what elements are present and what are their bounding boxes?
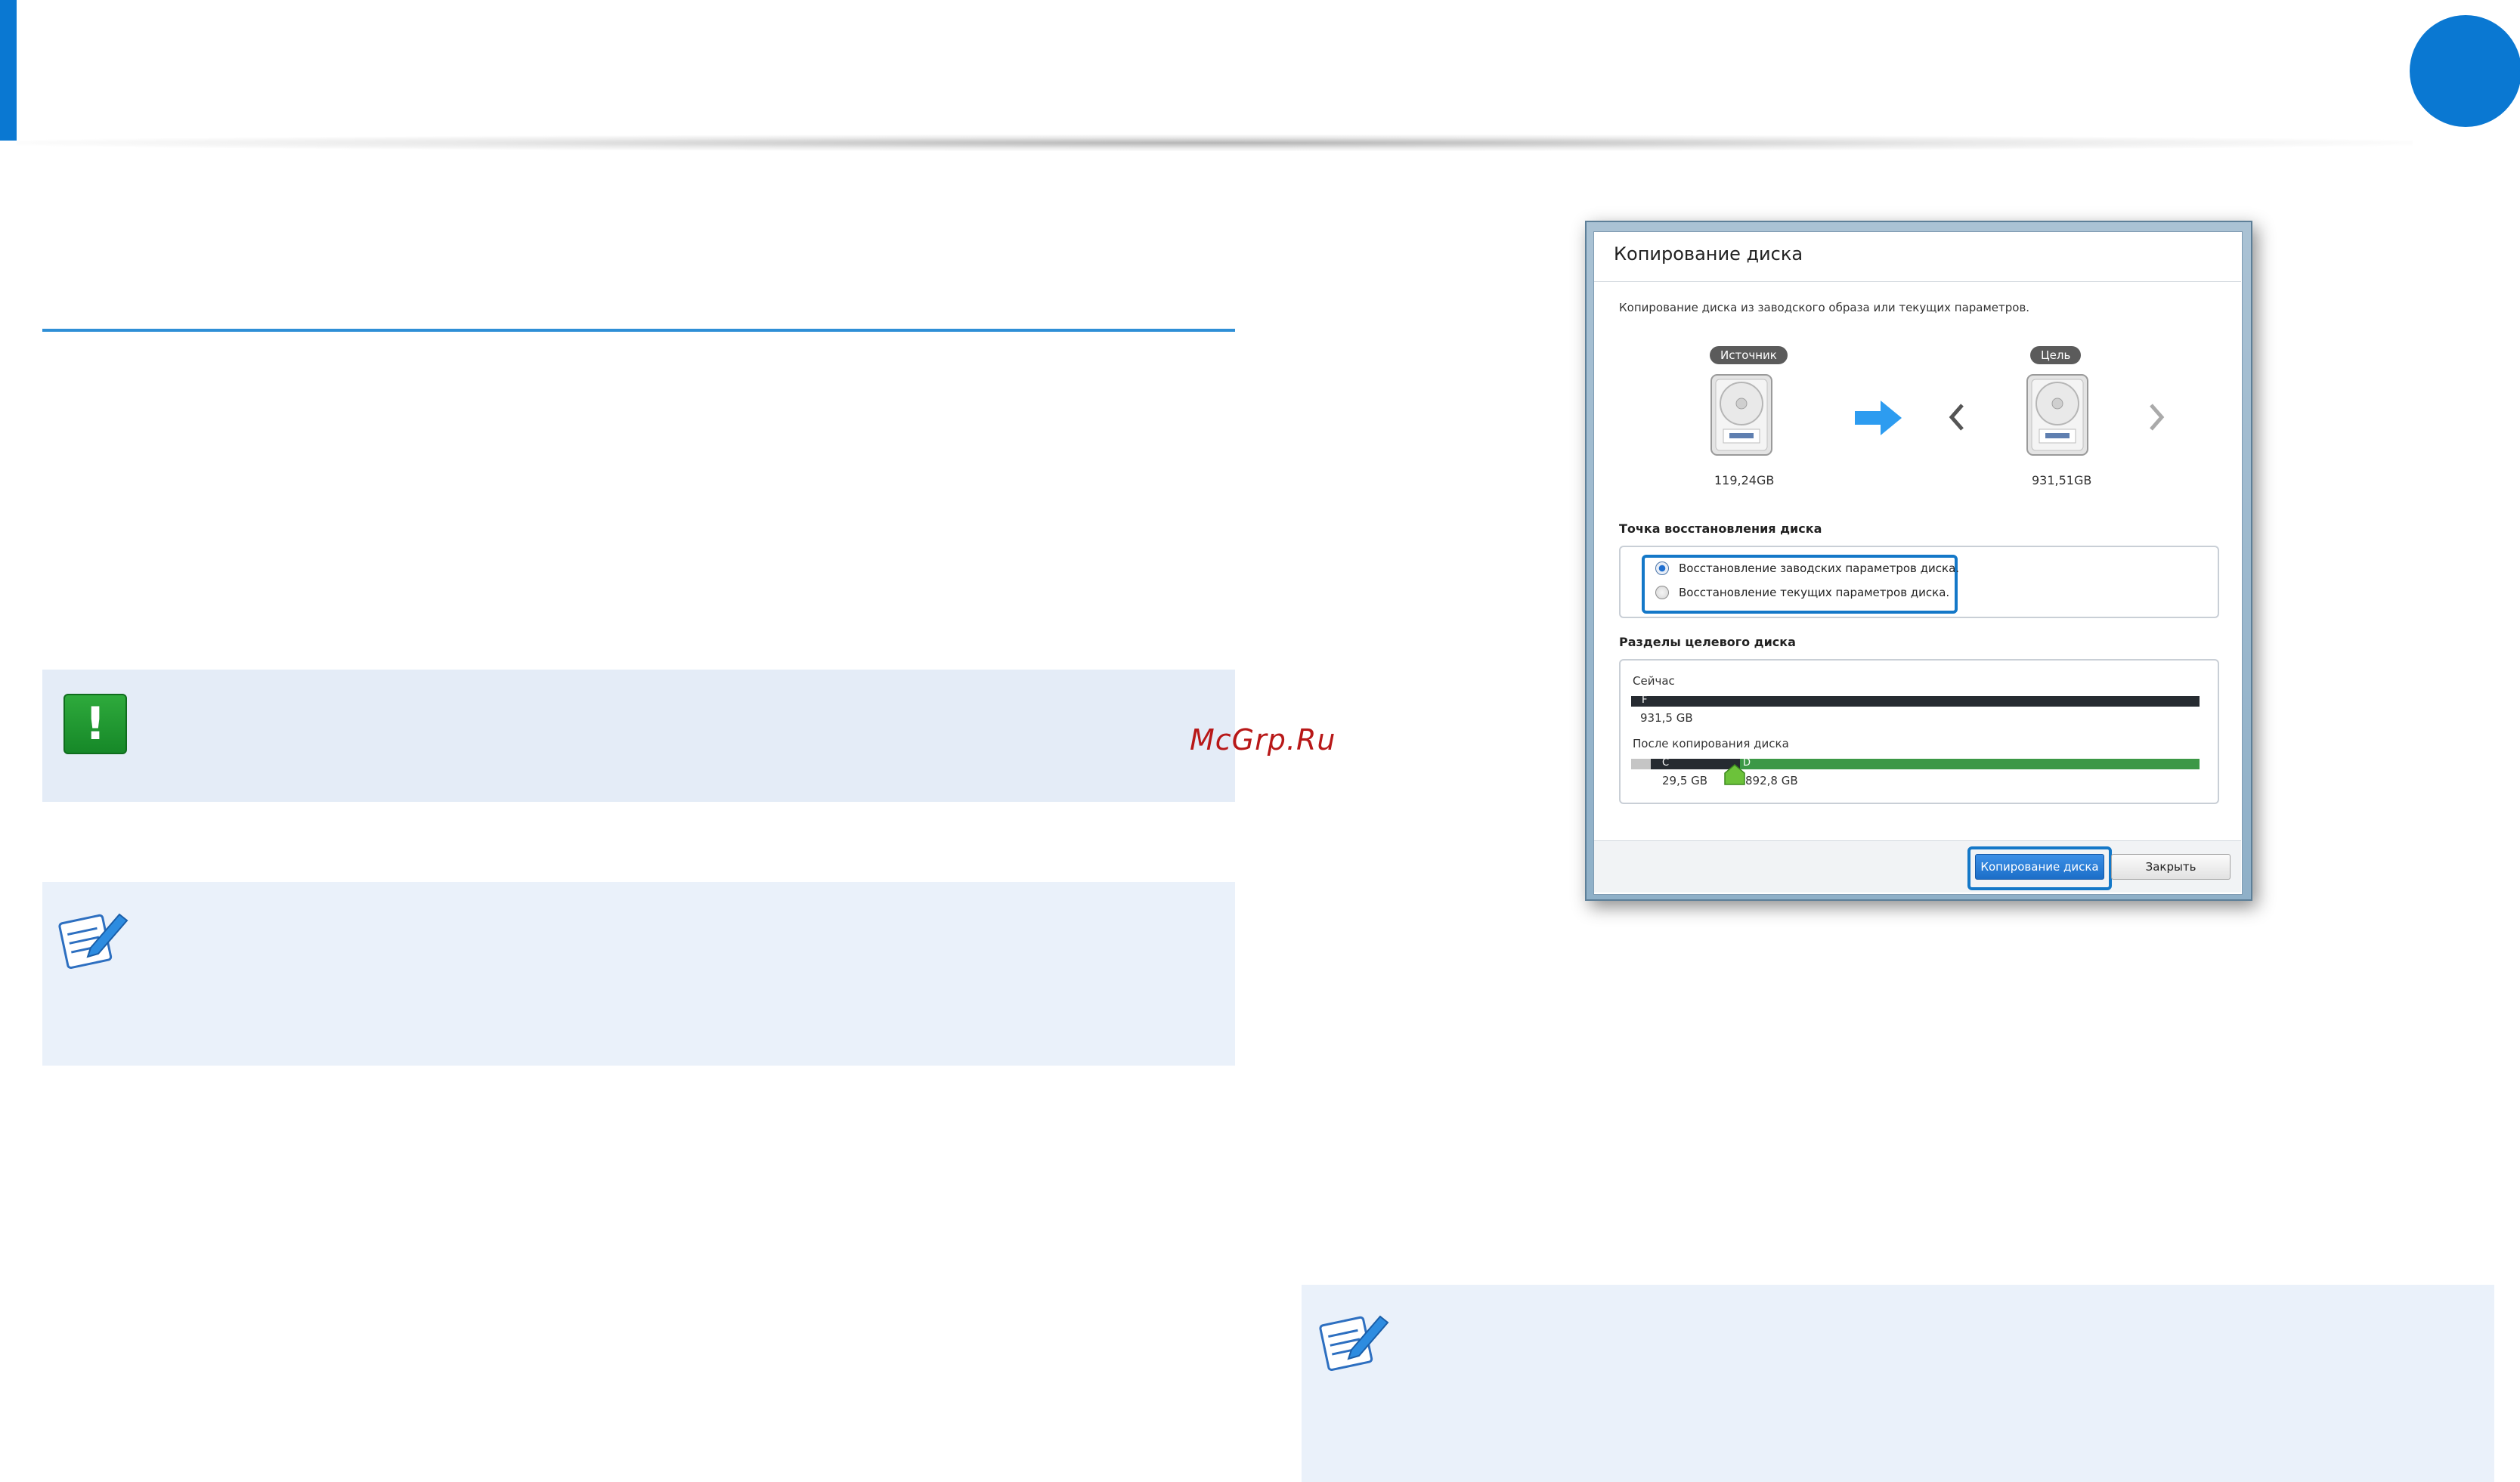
partitions-box [1619, 659, 2219, 804]
close-button[interactable]: Закрыть [2111, 854, 2231, 880]
copy-disk-button[interactable]: Копирование диска [1975, 854, 2104, 880]
hard-disk-icon [2026, 374, 2088, 456]
partition-d-size: 892,8 GB [1745, 774, 1798, 787]
dialog-description: Копирование диска из заводского образа и… [1619, 301, 2030, 314]
now-label: Сейчас [1633, 674, 1675, 688]
current-partition-size: 931,5 GB [1640, 711, 1693, 725]
note-box [42, 882, 1235, 1066]
chapter-marker [2410, 15, 2520, 127]
partition-bar-d [1740, 759, 2200, 769]
partitions-label: Разделы целевого диска [1619, 635, 1796, 649]
chevron-left-icon[interactable] [1946, 401, 1968, 434]
memo-pencil-icon [1319, 1315, 1389, 1372]
watermark: McGrp.Ru [1190, 723, 1336, 756]
partition-c-size: 29,5 GB [1662, 774, 1708, 787]
header-divider [17, 135, 2413, 151]
header-accent-bar [0, 0, 17, 141]
source-disk-size: 119,24GB [1714, 473, 1775, 487]
partition-resize-handle[interactable] [1723, 763, 1746, 786]
caution-box [42, 670, 1235, 802]
target-badge: Цель [2030, 346, 2082, 364]
radio-factory-label[interactable]: Восстановление заводских параметров диск… [1679, 562, 1959, 575]
partition-letter-c: C [1662, 757, 1670, 769]
section-rule [42, 329, 1235, 332]
radio-current-label[interactable]: Восстановление текущих параметров диска. [1679, 586, 1949, 599]
target-disk-size: 931,51GB [2032, 473, 2092, 487]
after-copy-label: После копирования диска [1633, 737, 1789, 750]
radio-factory-restore[interactable] [1655, 562, 1669, 575]
note-box [1302, 1285, 2494, 1482]
hard-disk-icon [1710, 374, 1772, 456]
radio-current-restore[interactable] [1655, 586, 1669, 599]
right-arrow-icon [1855, 401, 1902, 435]
restore-point-label: Точка восстановления диска [1619, 521, 1822, 536]
title-divider [1594, 281, 2241, 282]
memo-pencil-icon [58, 913, 128, 970]
current-partition-bar [1631, 696, 2200, 707]
source-badge: Источник [1710, 346, 1788, 364]
dialog-title: Копирование диска [1614, 243, 1803, 265]
partition-letter-f: F [1642, 695, 1648, 706]
exclamation-icon: ! [63, 694, 127, 754]
partition-bar-reserved [1631, 759, 1651, 769]
chevron-right-icon[interactable] [2145, 401, 2168, 434]
